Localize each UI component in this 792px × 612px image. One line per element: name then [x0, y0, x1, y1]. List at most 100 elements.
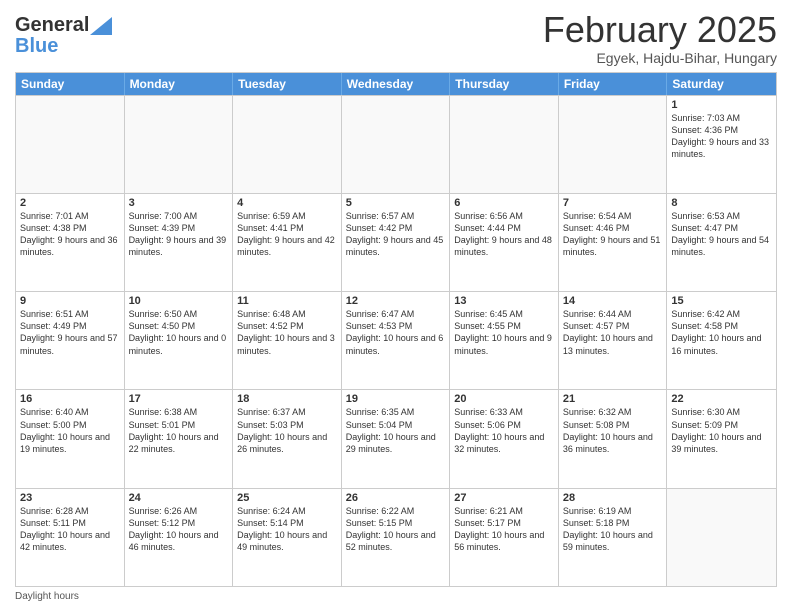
day-number: 18	[237, 393, 337, 405]
day-number: 13	[454, 295, 554, 307]
day-info: Sunrise: 6:40 AM Sunset: 5:00 PM Dayligh…	[20, 406, 120, 455]
cal-cell	[450, 96, 559, 193]
cal-cell: 26Sunrise: 6:22 AM Sunset: 5:15 PM Dayli…	[342, 489, 451, 586]
page: General Blue February 2025 Egyek, Hajdu-…	[0, 0, 792, 612]
day-number: 1	[671, 99, 772, 111]
day-of-week-saturday: Saturday	[667, 73, 776, 95]
day-number: 5	[346, 197, 446, 209]
day-info: Sunrise: 6:42 AM Sunset: 4:58 PM Dayligh…	[671, 308, 772, 357]
day-number: 8	[671, 197, 772, 209]
footer-label: Daylight hours	[15, 591, 79, 602]
day-number: 14	[563, 295, 663, 307]
day-of-week-thursday: Thursday	[450, 73, 559, 95]
day-number: 25	[237, 492, 337, 504]
cal-cell: 24Sunrise: 6:26 AM Sunset: 5:12 PM Dayli…	[125, 489, 234, 586]
cal-cell: 3Sunrise: 7:00 AM Sunset: 4:39 PM Daylig…	[125, 194, 234, 291]
cal-cell: 23Sunrise: 6:28 AM Sunset: 5:11 PM Dayli…	[16, 489, 125, 586]
cal-cell	[233, 96, 342, 193]
day-info: Sunrise: 6:50 AM Sunset: 4:50 PM Dayligh…	[129, 308, 229, 357]
day-info: Sunrise: 6:30 AM Sunset: 5:09 PM Dayligh…	[671, 406, 772, 455]
week-row-1: 1Sunrise: 7:03 AM Sunset: 4:36 PM Daylig…	[16, 95, 776, 193]
cal-cell: 10Sunrise: 6:50 AM Sunset: 4:50 PM Dayli…	[125, 292, 234, 389]
day-of-week-wednesday: Wednesday	[342, 73, 451, 95]
day-info: Sunrise: 6:22 AM Sunset: 5:15 PM Dayligh…	[346, 505, 446, 554]
cal-cell: 25Sunrise: 6:24 AM Sunset: 5:14 PM Dayli…	[233, 489, 342, 586]
cal-cell: 18Sunrise: 6:37 AM Sunset: 5:03 PM Dayli…	[233, 390, 342, 487]
cal-cell	[125, 96, 234, 193]
cal-cell: 28Sunrise: 6:19 AM Sunset: 5:18 PM Dayli…	[559, 489, 668, 586]
day-info: Sunrise: 6:51 AM Sunset: 4:49 PM Dayligh…	[20, 308, 120, 357]
day-number: 9	[20, 295, 120, 307]
day-number: 17	[129, 393, 229, 405]
day-info: Sunrise: 6:53 AM Sunset: 4:47 PM Dayligh…	[671, 210, 772, 259]
day-info: Sunrise: 7:01 AM Sunset: 4:38 PM Dayligh…	[20, 210, 120, 259]
day-number: 23	[20, 492, 120, 504]
cal-cell: 4Sunrise: 6:59 AM Sunset: 4:41 PM Daylig…	[233, 194, 342, 291]
day-number: 15	[671, 295, 772, 307]
day-info: Sunrise: 6:56 AM Sunset: 4:44 PM Dayligh…	[454, 210, 554, 259]
cal-cell: 14Sunrise: 6:44 AM Sunset: 4:57 PM Dayli…	[559, 292, 668, 389]
cal-cell	[559, 96, 668, 193]
day-number: 7	[563, 197, 663, 209]
day-info: Sunrise: 6:38 AM Sunset: 5:01 PM Dayligh…	[129, 406, 229, 455]
week-row-4: 16Sunrise: 6:40 AM Sunset: 5:00 PM Dayli…	[16, 389, 776, 487]
day-info: Sunrise: 6:48 AM Sunset: 4:52 PM Dayligh…	[237, 308, 337, 357]
day-of-week-tuesday: Tuesday	[233, 73, 342, 95]
day-of-week-sunday: Sunday	[16, 73, 125, 95]
day-number: 28	[563, 492, 663, 504]
day-info: Sunrise: 6:47 AM Sunset: 4:53 PM Dayligh…	[346, 308, 446, 357]
day-info: Sunrise: 6:59 AM Sunset: 4:41 PM Dayligh…	[237, 210, 337, 259]
day-info: Sunrise: 7:03 AM Sunset: 4:36 PM Dayligh…	[671, 112, 772, 161]
day-number: 2	[20, 197, 120, 209]
cal-cell: 1Sunrise: 7:03 AM Sunset: 4:36 PM Daylig…	[667, 96, 776, 193]
logo-icon	[90, 17, 112, 35]
logo-blue-text: Blue	[15, 35, 112, 58]
cal-cell: 5Sunrise: 6:57 AM Sunset: 4:42 PM Daylig…	[342, 194, 451, 291]
day-info: Sunrise: 6:45 AM Sunset: 4:55 PM Dayligh…	[454, 308, 554, 357]
day-info: Sunrise: 6:28 AM Sunset: 5:11 PM Dayligh…	[20, 505, 120, 554]
logo: General Blue	[15, 14, 112, 58]
day-number: 21	[563, 393, 663, 405]
day-number: 11	[237, 295, 337, 307]
footer: Daylight hours	[15, 591, 777, 602]
day-info: Sunrise: 6:35 AM Sunset: 5:04 PM Dayligh…	[346, 406, 446, 455]
day-number: 26	[346, 492, 446, 504]
cal-cell	[667, 489, 776, 586]
cal-cell: 2Sunrise: 7:01 AM Sunset: 4:38 PM Daylig…	[16, 194, 125, 291]
day-info: Sunrise: 6:26 AM Sunset: 5:12 PM Dayligh…	[129, 505, 229, 554]
cal-cell: 11Sunrise: 6:48 AM Sunset: 4:52 PM Dayli…	[233, 292, 342, 389]
cal-cell: 13Sunrise: 6:45 AM Sunset: 4:55 PM Dayli…	[450, 292, 559, 389]
calendar: SundayMondayTuesdayWednesdayThursdayFrid…	[15, 72, 777, 587]
calendar-body: 1Sunrise: 7:03 AM Sunset: 4:36 PM Daylig…	[16, 95, 776, 586]
day-number: 16	[20, 393, 120, 405]
day-number: 3	[129, 197, 229, 209]
day-info: Sunrise: 6:37 AM Sunset: 5:03 PM Dayligh…	[237, 406, 337, 455]
day-info: Sunrise: 7:00 AM Sunset: 4:39 PM Dayligh…	[129, 210, 229, 259]
cal-cell: 7Sunrise: 6:54 AM Sunset: 4:46 PM Daylig…	[559, 194, 668, 291]
cal-cell: 21Sunrise: 6:32 AM Sunset: 5:08 PM Dayli…	[559, 390, 668, 487]
cal-cell	[16, 96, 125, 193]
day-of-week-monday: Monday	[125, 73, 234, 95]
month-title: February 2025	[543, 10, 777, 50]
day-info: Sunrise: 6:54 AM Sunset: 4:46 PM Dayligh…	[563, 210, 663, 259]
calendar-header: SundayMondayTuesdayWednesdayThursdayFrid…	[16, 73, 776, 95]
cal-cell: 16Sunrise: 6:40 AM Sunset: 5:00 PM Dayli…	[16, 390, 125, 487]
day-info: Sunrise: 6:57 AM Sunset: 4:42 PM Dayligh…	[346, 210, 446, 259]
day-info: Sunrise: 6:32 AM Sunset: 5:08 PM Dayligh…	[563, 406, 663, 455]
day-number: 24	[129, 492, 229, 504]
cal-cell: 9Sunrise: 6:51 AM Sunset: 4:49 PM Daylig…	[16, 292, 125, 389]
week-row-2: 2Sunrise: 7:01 AM Sunset: 4:38 PM Daylig…	[16, 193, 776, 291]
day-number: 12	[346, 295, 446, 307]
cal-cell	[342, 96, 451, 193]
day-number: 10	[129, 295, 229, 307]
day-number: 20	[454, 393, 554, 405]
week-row-3: 9Sunrise: 6:51 AM Sunset: 4:49 PM Daylig…	[16, 291, 776, 389]
header: General Blue February 2025 Egyek, Hajdu-…	[15, 10, 777, 66]
cal-cell: 12Sunrise: 6:47 AM Sunset: 4:53 PM Dayli…	[342, 292, 451, 389]
day-info: Sunrise: 6:44 AM Sunset: 4:57 PM Dayligh…	[563, 308, 663, 357]
cal-cell: 6Sunrise: 6:56 AM Sunset: 4:44 PM Daylig…	[450, 194, 559, 291]
logo-general-text: General	[15, 14, 89, 37]
cal-cell: 27Sunrise: 6:21 AM Sunset: 5:17 PM Dayli…	[450, 489, 559, 586]
cal-cell: 8Sunrise: 6:53 AM Sunset: 4:47 PM Daylig…	[667, 194, 776, 291]
cal-cell: 22Sunrise: 6:30 AM Sunset: 5:09 PM Dayli…	[667, 390, 776, 487]
